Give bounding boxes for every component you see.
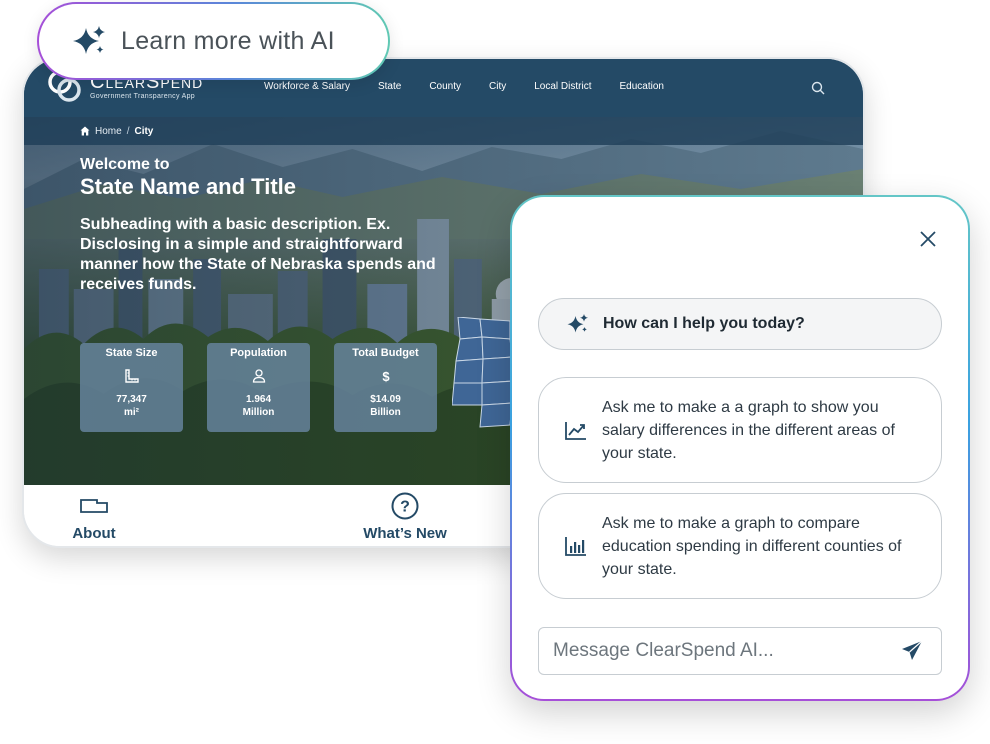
message-input[interactable] <box>539 628 901 674</box>
state-outline-icon <box>80 499 108 513</box>
stat-label: Total Budget <box>352 347 419 359</box>
breadcrumb: Home / City <box>24 117 863 145</box>
page-title: State Name and Title <box>80 174 296 199</box>
bottom-nav-about[interactable]: About <box>71 491 117 542</box>
line-chart-icon <box>565 422 586 440</box>
stat-label: Population <box>230 347 287 359</box>
suggestion-education-graph[interactable]: Ask me to make a graph to compare educat… <box>538 493 942 599</box>
bar-chart-icon <box>565 537 586 556</box>
sparkle-icon <box>73 26 105 54</box>
stat-label: State Size <box>105 347 158 359</box>
home-icon[interactable] <box>80 126 90 136</box>
message-input-box <box>538 627 942 675</box>
chat-greeting: How can I help you today? <box>538 298 942 350</box>
send-icon[interactable] <box>901 640 923 662</box>
chat-greeting-text: How can I help you today? <box>603 315 805 332</box>
stat-unit: Billion <box>370 407 401 418</box>
welcome-text: Welcome to <box>80 156 170 173</box>
nav-city[interactable]: City <box>489 81 506 92</box>
search-icon[interactable] <box>811 81 825 95</box>
main-nav: Workforce & Salary State County City Loc… <box>264 81 692 92</box>
bottom-nav-whats-new[interactable]: ? What’s New <box>360 491 450 542</box>
svg-text:?: ? <box>400 499 410 516</box>
ai-chat-panel: How can I help you today? Ask me to make… <box>510 195 970 701</box>
breadcrumb-separator: / <box>126 125 130 137</box>
nav-local-district[interactable]: Local District <box>534 81 591 92</box>
breadcrumb-current: City <box>134 125 154 137</box>
stat-card-population: Population 1.964 Million <box>207 343 310 432</box>
ruler-icon <box>124 369 139 383</box>
sparkle-icon <box>567 314 588 333</box>
dollar-icon: $ <box>382 369 390 384</box>
logo-tagline: Government Transparency App <box>90 93 195 100</box>
question-circle-icon: ? <box>391 492 419 520</box>
nav-county[interactable]: County <box>429 81 461 92</box>
bottom-nav-label: What’s New <box>363 525 447 542</box>
close-icon[interactable] <box>919 230 937 248</box>
svg-text:$: $ <box>382 369 390 384</box>
stat-unit: Million <box>242 407 275 418</box>
suggestion-text: Ask me to make a graph to compare educat… <box>602 514 902 578</box>
nav-education[interactable]: Education <box>619 81 663 92</box>
nav-state[interactable]: State <box>378 81 401 92</box>
breadcrumb-home[interactable]: Home <box>95 126 122 137</box>
learn-more-ai-button[interactable]: Learn more with AI <box>37 2 390 80</box>
stat-card-total-budget: Total Budget $ $14.09 Billion <box>334 343 437 432</box>
stat-value: $14.09 <box>370 394 401 405</box>
learn-more-label: Learn more with AI <box>121 26 335 55</box>
stat-value: 1.964 <box>245 394 272 405</box>
suggestion-text: Ask me to make a a graph to show you sal… <box>602 398 895 462</box>
nav-workforce-salary[interactable]: Workforce & Salary <box>264 81 350 92</box>
hero-subheading: Subheading with a basic description. Ex.… <box>80 216 436 293</box>
stat-unit: mi² <box>124 407 139 418</box>
bottom-nav-label: About <box>72 525 116 542</box>
person-icon <box>252 369 265 383</box>
stat-card-state-size: State Size 77,347 mi² <box>80 343 183 432</box>
suggestion-salary-graph[interactable]: Ask me to make a a graph to show you sal… <box>538 377 942 483</box>
stat-value: 77,347 <box>116 394 147 405</box>
